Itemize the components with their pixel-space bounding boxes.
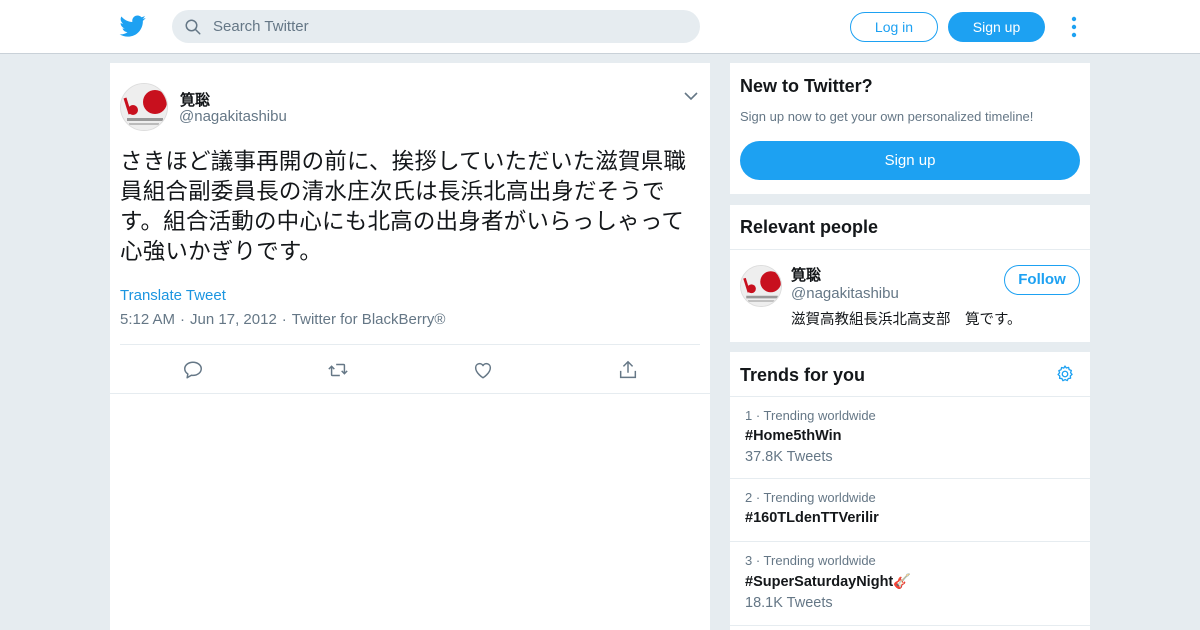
signup-button-large[interactable]: Sign up (740, 141, 1080, 180)
chevron-down-icon[interactable] (684, 91, 698, 101)
divider (730, 541, 1090, 542)
tweet-card: 筧聡 @nagakitashibu さきほど議事再開の前に、挨拶していただいた滋… (110, 63, 710, 630)
trends-card: Trends for you 1 · Trending worldwide #H… (730, 352, 1090, 630)
tweet-metadata: 5:12 AM · Jun 17, 2012 · Twitter for BlackBe… (120, 311, 446, 328)
trend-tweet-count: 18.1K Tweets (745, 595, 833, 611)
author-name[interactable]: 筧聡 (180, 89, 210, 110)
trend-item[interactable]: 3 · Trending worldwide #SuperSaturdayNig… (745, 553, 1075, 611)
trend-tweet-count: 37.8K Tweets (745, 449, 833, 465)
trend-hashtag[interactable]: #Home5thWin (745, 428, 1075, 444)
top-navigation-bar: Search Twitter Log in Sign up (0, 0, 1200, 54)
avatar-image (121, 84, 167, 130)
divider (120, 344, 700, 345)
search-placeholder: Search Twitter (213, 18, 309, 35)
reply-icon[interactable] (182, 359, 204, 381)
divider (110, 393, 710, 394)
tweet-text: さきほど議事再開の前に、挨拶していただいた滋賀県職員組合副委員長の清水庄次氏は長… (120, 149, 687, 265)
more-options-icon[interactable] (1068, 14, 1080, 40)
divider (730, 625, 1090, 626)
retweet-icon[interactable] (327, 359, 349, 381)
tweet-source: Twitter for BlackBerry® (291, 311, 446, 328)
person-bio: 滋賀高教組長浜北高支部 筧です。 (791, 312, 1022, 328)
avatar[interactable] (740, 265, 782, 307)
avatar[interactable] (120, 83, 168, 131)
divider (730, 478, 1090, 479)
trend-item[interactable]: 2 · Trending worldwide #160TLdenTTVerili… (745, 490, 1075, 526)
divider (730, 396, 1090, 397)
person-handle[interactable]: @nagakitashibu (791, 285, 899, 302)
trend-item[interactable]: 1 · Trending worldwide #Home5thWin 37.8K… (745, 408, 1075, 465)
relevant-people-card: Relevant people 筧聡 @nagakitashibu 滋賀高教組長… (730, 205, 1090, 342)
gear-icon[interactable] (1055, 364, 1075, 384)
follow-button[interactable]: Follow (1004, 265, 1080, 295)
trend-hashtag[interactable]: #SuperSaturdayNight🎸 (745, 573, 1075, 590)
trend-rank: 2 · Trending worldwide (745, 490, 876, 505)
card-title: Relevant people (740, 217, 879, 237)
twitter-bird-icon[interactable] (119, 13, 147, 39)
search-icon (185, 19, 201, 35)
login-button[interactable]: Log in (850, 12, 938, 42)
tweet-time[interactable]: 5:12 AM (120, 311, 175, 328)
new-to-twitter-card: New to Twitter? Sign up now to get your … (730, 63, 1090, 194)
tweet-date[interactable]: Jun 17, 2012 (190, 311, 277, 328)
person-name[interactable]: 筧聡 (791, 264, 821, 285)
like-heart-icon[interactable] (472, 359, 494, 381)
trend-rank: 3 · Trending worldwide (745, 553, 876, 568)
divider (730, 249, 1090, 250)
avatar-image (741, 266, 781, 306)
card-title: Trends for you (740, 365, 866, 385)
translate-tweet-link[interactable]: Translate Tweet (120, 287, 226, 304)
card-title: New to Twitter? (740, 76, 873, 96)
trend-rank: 1 · Trending worldwide (745, 408, 876, 423)
trend-hashtag[interactable]: #160TLdenTTVerilir (745, 510, 1075, 526)
share-icon[interactable] (617, 359, 639, 381)
search-input[interactable]: Search Twitter (172, 10, 700, 43)
card-subtitle: Sign up now to get your own personalized… (740, 109, 1034, 124)
signup-button[interactable]: Sign up (948, 12, 1045, 42)
author-handle[interactable]: @nagakitashibu (179, 108, 287, 125)
